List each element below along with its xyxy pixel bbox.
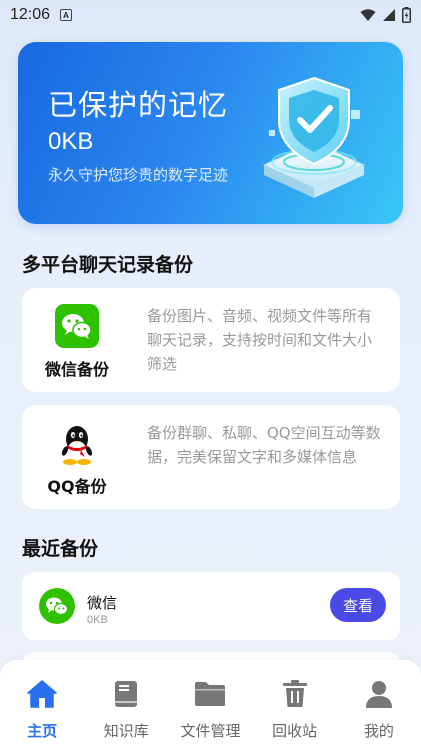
signal-icon xyxy=(383,9,395,21)
nav-profile-label: 我的 xyxy=(363,722,394,740)
notification-icon: A xyxy=(60,9,73,21)
qq-icon xyxy=(61,426,93,465)
nav-knowledge[interactable]: 知识库 xyxy=(84,660,168,741)
nav-profile[interactable]: 我的 xyxy=(337,660,421,741)
recent-backup-name: 微信 xyxy=(87,594,118,612)
status-indicators xyxy=(360,7,411,23)
protected-memory-banner: 已保护的记忆 0KB 永久守护您珍贵的数字足迹 xyxy=(18,42,403,224)
qq-backup-card[interactable]: QQ备份 备份群聊、私聊、QQ空间互动等数据，完美保留文字和多媒体信息 xyxy=(22,405,400,509)
wechat-backup-label: 微信备份 xyxy=(44,360,109,379)
nav-files[interactable]: 文件管理 xyxy=(168,660,252,741)
battery-icon xyxy=(402,7,411,23)
status-bar: 12:06 A xyxy=(0,0,421,30)
wechat-backup-card[interactable]: 微信备份 备份图片、音频、视频文件等所有聊天记录，支持按时间和文件大小筛选 xyxy=(22,288,400,392)
home-icon xyxy=(26,678,58,710)
protected-size: 0KB xyxy=(48,128,94,155)
recent-backup-size: 0KB xyxy=(87,614,108,626)
folder-icon xyxy=(194,678,226,710)
wechat-backup-description: 备份图片、音频、视频文件等所有聊天记录，支持按时间和文件大小筛选 xyxy=(147,307,373,373)
qq-backup-label: QQ备份 xyxy=(47,477,107,496)
qq-backup-description: 备份群聊、私聊、QQ空间互动等数据，完美保留文字和多媒体信息 xyxy=(147,424,381,466)
hero-title: 已保护的记忆 xyxy=(48,88,229,122)
hero-subtitle: 永久守护您珍贵的数字足迹 xyxy=(48,166,229,184)
nav-home[interactable]: 主页 xyxy=(0,660,84,741)
qq-backup-icon-group: QQ备份 xyxy=(42,423,112,497)
recent-backup-item[interactable]: 微信 0KB 查看 xyxy=(22,572,400,640)
recent-section-title: 最近备份 xyxy=(22,538,99,560)
user-icon xyxy=(363,678,395,710)
wifi-icon xyxy=(360,8,376,21)
view-button[interactable]: 查看 xyxy=(330,588,386,622)
wechat-backup-icon-group: 微信备份 xyxy=(42,304,112,380)
shield-illustration-icon xyxy=(262,76,366,198)
bottom-navigation: 主页 知识库 文件管理 回收站 我的 xyxy=(0,660,421,748)
wechat-icon xyxy=(55,304,99,348)
book-icon xyxy=(110,678,142,710)
nav-knowledge-label: 知识库 xyxy=(103,722,149,740)
status-time: 12:06 xyxy=(10,6,51,23)
nav-trash[interactable]: 回收站 xyxy=(253,660,337,741)
platform-section-title: 多平台聊天记录备份 xyxy=(22,254,194,276)
wechat-icon xyxy=(39,588,75,624)
trash-icon xyxy=(279,678,311,710)
nav-home-label: 主页 xyxy=(27,722,58,740)
nav-files-label: 文件管理 xyxy=(180,722,241,740)
nav-trash-label: 回收站 xyxy=(272,722,318,740)
